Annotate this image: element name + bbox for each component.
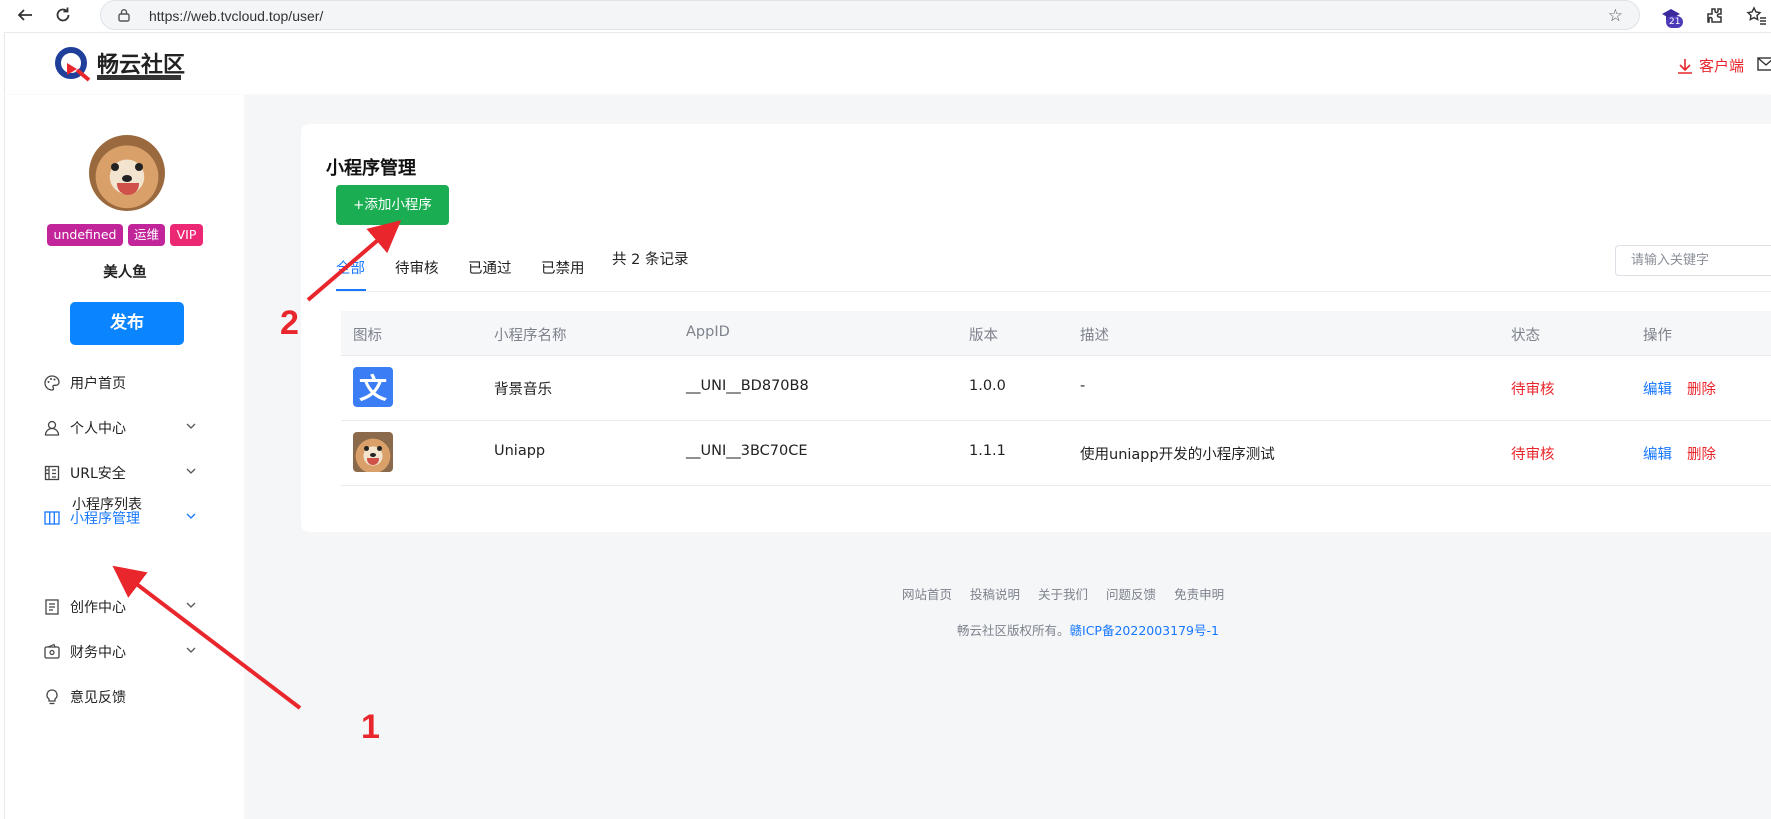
table-row: Uniapp __UNI__3BC70CE 1.1.1 使用uniapp开发的小… [341,421,1771,486]
page-title: 小程序管理 [326,158,416,179]
logo-q-icon [55,47,91,82]
row-version: 1.0.0 [969,378,1006,394]
wallet-icon [44,643,60,659]
browser-toolbar: https://web.tvcloud.top/user/ ☆ 21 [0,0,1771,30]
column-header-description: 描述 [1080,328,1109,344]
annotation-step-1: 1 [361,708,380,746]
row-version: 1.1.1 [969,443,1006,459]
sidebar-item-creation-center[interactable]: 创作中心 [43,595,233,619]
row-description: - [1080,378,1086,394]
column-header-version: 版本 [969,328,998,344]
tag-vip: VIP [170,224,203,246]
tabs-divider [336,291,1771,292]
extension-badge: 21 [1666,16,1684,28]
column-header-icon: 图标 [353,328,382,344]
sidebar-item-label: 财务中心 [70,645,126,661]
chevron-down-icon [186,423,196,429]
tab-all[interactable]: 全部 [336,257,365,278]
favorites-icon[interactable] [1745,5,1767,27]
chevron-down-icon [186,602,196,608]
back-icon[interactable] [14,4,36,26]
client-label: 客户端 [1699,57,1745,75]
address-bar[interactable]: https://web.tvcloud.top/user/ ☆ [100,0,1640,30]
chevron-down-icon [186,647,196,653]
wen-app-icon: 文 [353,367,393,407]
search-box[interactable] [1615,245,1771,276]
sidebar-item-url-security[interactable]: URL安全 [43,461,233,485]
tab-approved[interactable]: 已通过 [468,257,512,278]
site-header: 畅云社区 客户端 [4,32,1771,94]
bulb-icon [46,689,58,705]
palette-icon [44,375,60,391]
footer-links: 网站首页 投稿说明 关于我们 问题反馈 免责申明 [902,584,1242,603]
username: 美人鱼 [103,265,147,281]
delete-link[interactable]: 删除 [1687,443,1716,464]
table-row: 文 背景音乐 __UNI__BD870B8 1.0.0 - 待审核 编辑 删除 [341,356,1771,421]
copyright-text: 畅云社区版权所有。 [957,623,1070,638]
column-header-name: 小程序名称 [494,328,567,344]
row-status: 待审核 [1511,447,1555,463]
tag-ops: 运维 [128,224,165,246]
sidebar-item-label: 意见反馈 [70,690,126,706]
tab-pending[interactable]: 待审核 [395,257,439,278]
record-count: 共 2 条记录 [612,252,689,268]
sidebar-item-finance-center[interactable]: 财务中心 [43,640,233,664]
row-appid: __UNI__BD870B8 [686,378,809,394]
footer-link-disclaimer[interactable]: 免责申明 [1174,587,1224,602]
copyright: 畅云社区版权所有。赣ICP备2022003179号-1 [957,620,1219,639]
row-name: 背景音乐 [494,382,552,398]
main-card: 小程序管理 +添加小程序 全部 待审核 已通过 已禁用 共 2 条记录 图标 小… [301,124,1771,532]
sidebar-item-feedback[interactable]: 意见反馈 [43,685,233,709]
columns-icon [44,511,60,525]
add-miniapp-button[interactable]: +添加小程序 [336,185,449,225]
footer-link-submission[interactable]: 投稿说明 [970,587,1020,602]
column-header-actions: 操作 [1643,328,1672,344]
bookmark-star-icon[interactable]: ☆ [1608,6,1623,26]
column-header-appid: AppID [686,324,730,340]
edit-link[interactable]: 编辑 [1643,378,1672,399]
user-avatar[interactable] [89,135,165,211]
table-header: 图标 小程序名称 AppID 版本 描述 状态 操作 [341,311,1771,356]
icp-link[interactable]: 赣ICP备2022003179号-1 [1070,623,1219,638]
sidebar: undefined 运维 VIP 美人鱼 发布 用户首页 个人中心 URL安全 … [4,95,244,819]
mail-icon[interactable] [1757,57,1771,71]
sidebar-item-label: 用户首页 [70,376,126,392]
sidebar-item-label: 创作中心 [70,600,126,616]
search-input[interactable] [1617,247,1771,274]
dog-app-icon [353,432,393,472]
building-icon [44,465,60,481]
annotation-step-2: 2 [280,304,299,342]
chevron-down-icon [186,468,196,474]
reload-icon[interactable] [52,4,74,26]
site-logo[interactable]: 畅云社区 [55,46,185,82]
sidebar-item-label: 个人中心 [70,421,126,437]
footer-link-feedback[interactable]: 问题反馈 [1106,587,1156,602]
row-appid: __UNI__3BC70CE [686,443,808,459]
chevron-down-icon [186,513,196,519]
sidebar-item-label: URL安全 [70,466,126,482]
sidebar-item-user-home[interactable]: 用户首页 [43,371,233,395]
delete-link[interactable]: 删除 [1687,378,1716,399]
footer-link-home[interactable]: 网站首页 [902,587,952,602]
row-status: 待审核 [1511,382,1555,398]
column-header-status: 状态 [1511,328,1540,344]
publish-button[interactable]: 发布 [70,302,184,345]
site-info-icon[interactable] [117,8,131,22]
document-icon [45,599,59,615]
user-icon [44,420,60,436]
row-name: Uniapp [494,443,546,459]
url-text[interactable]: https://web.tvcloud.top/user/ [149,8,323,24]
sidebar-item-personal-center[interactable]: 个人中心 [43,416,233,440]
logo-underline [97,75,181,80]
tag-undefined: undefined [47,224,123,246]
puzzle-extension-icon[interactable] [1704,5,1726,27]
edit-link[interactable]: 编辑 [1643,443,1672,464]
tab-disabled[interactable]: 已禁用 [541,257,585,278]
row-description: 使用uniapp开发的小程序测试 [1080,447,1275,463]
client-download-button[interactable]: 客户端 [1677,55,1744,76]
download-icon [1678,58,1692,74]
footer-link-about[interactable]: 关于我们 [1038,587,1088,602]
sidebar-subitem-miniapp-list[interactable]: 小程序列表 [72,494,142,514]
